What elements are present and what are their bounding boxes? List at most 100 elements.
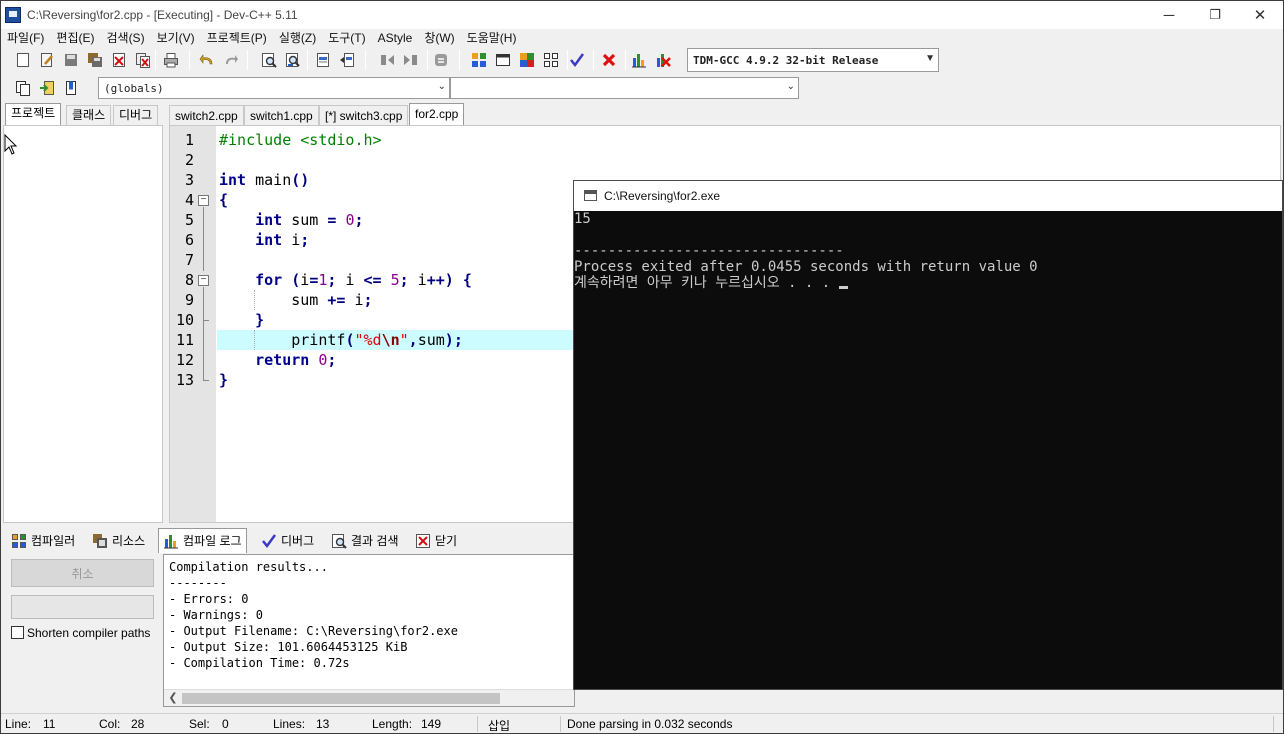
menu-edit[interactable]: 편집(E): [50, 29, 100, 47]
new-class-icon[interactable]: [13, 78, 33, 98]
tab-classes[interactable]: 클래스: [66, 105, 112, 125]
menu-window[interactable]: 창(W): [418, 29, 460, 47]
compile-log[interactable]: Compilation results... -------- - Errors…: [163, 554, 575, 707]
status-message: Done parsing in 0.032 seconds: [567, 717, 733, 731]
log-line: Compilation results...: [169, 560, 328, 574]
profile-icon[interactable]: [629, 50, 649, 70]
toggle-bookmark-icon[interactable]: [61, 78, 81, 98]
fold-toggle-icon[interactable]: −: [198, 195, 209, 206]
log-line: - Output Size: 101.6064453125 KiB: [169, 640, 408, 654]
shorten-paths-label: Shorten compiler paths: [27, 626, 151, 640]
status-length-value: 149: [421, 717, 442, 731]
replace-icon[interactable]: [283, 50, 303, 70]
mouse-cursor-icon: [4, 134, 18, 155]
minimize-button[interactable]: ─: [1146, 1, 1192, 29]
console-title-bar[interactable]: C:\Reversing\for2.exe: [574, 181, 1282, 211]
code-line: }: [255, 311, 265, 329]
stop-icon[interactable]: [599, 50, 619, 70]
shorten-paths-checkbox[interactable]: [11, 626, 24, 639]
fold-toggle-icon[interactable]: −: [198, 275, 209, 286]
tab-switch1[interactable]: switch1.cpp: [244, 105, 319, 126]
close-icon: [416, 534, 430, 548]
line-number: 11: [175, 331, 194, 349]
status-length-label: Length:: [372, 717, 413, 731]
close-all-icon[interactable]: [133, 50, 153, 70]
tab-project[interactable]: 프로젝트: [5, 103, 62, 126]
tab-for2[interactable]: for2.cpp: [409, 103, 465, 127]
goto-line-icon[interactable]: [313, 50, 333, 70]
log-line: - Compilation Time: 0.72s: [169, 656, 350, 670]
scroll-left-icon[interactable]: ❮: [166, 691, 180, 705]
line-number: 5: [184, 211, 194, 229]
new-file-icon[interactable]: [13, 50, 33, 70]
code-line: for (i=1; i <= 5; i++) {: [255, 271, 472, 289]
function-select[interactable]: ⌄: [450, 77, 799, 99]
code-line: {: [219, 191, 229, 209]
menu-astyle[interactable]: AStyle: [372, 29, 419, 47]
menu-project[interactable]: 프로젝트(P): [201, 29, 273, 47]
delete-profile-icon[interactable]: [653, 50, 673, 70]
tab-switch3[interactable]: [*] switch3.cpp: [319, 105, 409, 126]
tab-switch2[interactable]: switch2.cpp: [169, 105, 244, 126]
compile-icon[interactable]: [469, 50, 489, 70]
menu-execute[interactable]: 실행(Z): [273, 29, 322, 47]
menu-view[interactable]: 보기(V): [151, 29, 201, 47]
compile-run-icon[interactable]: [517, 50, 537, 70]
log-line: - Warnings: 0: [169, 608, 263, 622]
scrollbar-thumb[interactable]: [182, 693, 500, 704]
status-sel-label: Sel:: [189, 717, 210, 731]
left-panel-tabs: 프로젝트 클래스 디버그: [3, 103, 165, 126]
horizontal-scrollbar[interactable]: ❮: [164, 689, 574, 706]
menu-help[interactable]: 도움말(H): [461, 29, 523, 47]
menu-bar: 파일(F) 편집(E) 검색(S) 보기(V) 프로젝트(P) 실행(Z) 도구…: [1, 29, 1283, 47]
bottom-panel-tabs: 컴파일러 리소스 컴파일 로그 디버그 결과 검색 닫기: [3, 528, 573, 553]
status-insert-mode: 삽입: [488, 719, 511, 733]
tab-compiler[interactable]: 컴파일러: [7, 530, 79, 552]
resources-icon: [93, 534, 107, 548]
tab-compile-log-label: 컴파일 로그: [183, 534, 242, 548]
tab-compiler-label: 컴파일러: [31, 534, 76, 548]
unindent-icon[interactable]: [401, 50, 421, 70]
tab-compile-log[interactable]: 컴파일 로그: [158, 528, 247, 553]
cancel-button[interactable]: 취소: [11, 559, 154, 587]
syntax-check-icon[interactable]: [567, 50, 587, 70]
tab-resources[interactable]: 리소스: [88, 530, 149, 552]
console-output[interactable]: 15 -------------------------------- Proc…: [574, 211, 1282, 689]
close-button[interactable]: ✕: [1237, 1, 1283, 29]
menu-file[interactable]: 파일(F): [1, 29, 50, 47]
find-icon[interactable]: [259, 50, 279, 70]
run-icon[interactable]: [493, 50, 513, 70]
compile-progress-bar: [11, 595, 154, 619]
menu-search[interactable]: 검색(S): [100, 29, 150, 47]
tab-debug-label: 디버그: [281, 534, 315, 548]
rebuild-icon[interactable]: [541, 50, 561, 70]
code-line: }: [219, 371, 229, 389]
redo-icon[interactable]: [221, 50, 241, 70]
goto-function-icon[interactable]: [337, 50, 357, 70]
project-tree[interactable]: [3, 125, 163, 523]
save-all-icon[interactable]: [85, 50, 105, 70]
open-file-icon[interactable]: [37, 50, 57, 70]
tab-find-results[interactable]: 결과 검색: [327, 530, 403, 552]
toggle-comment-icon[interactable]: [431, 50, 451, 70]
line-number: 2: [184, 151, 194, 169]
console-window[interactable]: C:\Reversing\for2.exe 15 ---------------…: [573, 180, 1283, 690]
line-number: 4: [184, 191, 194, 209]
insert-icon[interactable]: [37, 78, 57, 98]
compiler-select[interactable]: TDM-GCC 4.9.2 32-bit Release ▼: [687, 48, 939, 72]
save-icon[interactable]: [61, 50, 81, 70]
tab-debug[interactable]: 디버그: [113, 105, 159, 125]
undo-icon[interactable]: [197, 50, 217, 70]
close-file-icon[interactable]: [109, 50, 129, 70]
code-line: int main(): [219, 171, 310, 189]
menu-tools[interactable]: 도구(T): [322, 29, 371, 47]
tab-debug-bottom[interactable]: 디버그: [257, 530, 318, 552]
scope-select[interactable]: (globals) ⌄: [98, 77, 450, 99]
indent-icon[interactable]: [377, 50, 397, 70]
restore-button[interactable]: ❐: [1192, 1, 1238, 29]
console-prompt-line: 계속하려면 아무 키나 누르십시오 . . .: [574, 275, 848, 291]
code-line: printf("%d\n",sum);: [219, 331, 463, 349]
print-icon[interactable]: [161, 50, 181, 70]
tab-close[interactable]: 닫기: [411, 530, 461, 552]
line-number: 7: [184, 251, 194, 269]
